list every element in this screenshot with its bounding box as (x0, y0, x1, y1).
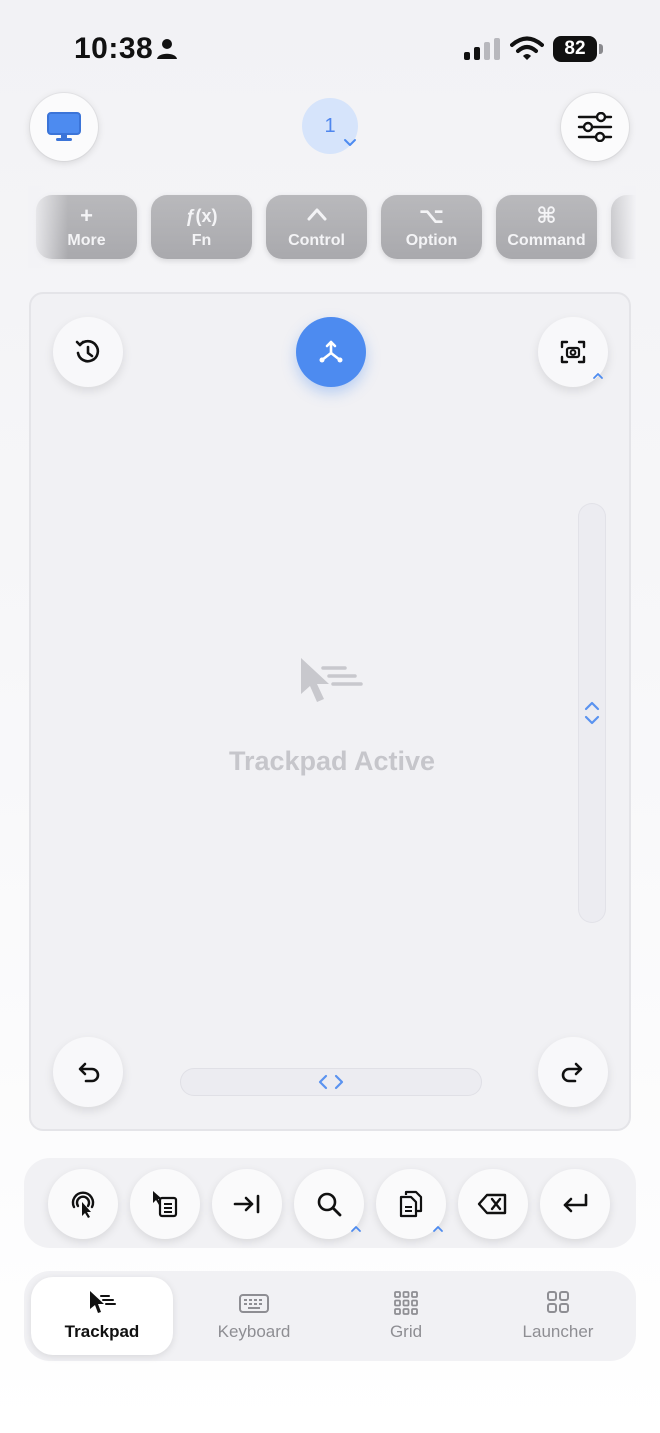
undo-icon (78, 1062, 100, 1083)
tab-key-icon (233, 1194, 260, 1214)
person-icon (157, 39, 177, 59)
keyboard-icon (239, 1294, 269, 1313)
undo-button[interactable] (53, 1037, 123, 1107)
command-key-label: Command (507, 232, 586, 249)
left-fade (28, 186, 68, 268)
grid-icon (394, 1291, 418, 1315)
battery-level: 82 (553, 36, 597, 62)
tab-launcher-label: Launcher (522, 1322, 594, 1341)
redo-icon (561, 1062, 583, 1083)
option-key-label: Option (405, 232, 458, 249)
wifi-icon (510, 36, 544, 60)
battery-cap (599, 44, 603, 54)
launcher-icon (547, 1291, 569, 1313)
delete-button[interactable] (458, 1169, 528, 1239)
redo-button[interactable] (538, 1037, 608, 1107)
vertical-scroll-strip[interactable] (578, 503, 606, 923)
quick-action-bar (24, 1158, 636, 1248)
sliders-icon (577, 112, 613, 142)
select-text-icon (153, 1191, 178, 1218)
tab-grid[interactable]: Grid (335, 1277, 477, 1355)
fn-key[interactable]: ƒ(x) Fn (151, 195, 252, 259)
return-button[interactable] (540, 1169, 610, 1239)
option-icon: ⌥ (418, 203, 445, 228)
modifier-key-bar: + More ƒ(x) Fn Control ⌥ Option ⌘ Comman… (28, 186, 636, 268)
display-select-button[interactable] (30, 93, 98, 161)
force-click-button[interactable] (48, 1169, 118, 1239)
screenshot-icon (560, 340, 586, 364)
control-key[interactable]: Control (266, 195, 367, 259)
function-icon: ƒ(x) (185, 206, 218, 226)
control-key-label: Control (288, 232, 345, 249)
command-icon: ⌘ (536, 203, 557, 228)
more-key-label: More (67, 232, 106, 249)
tab-trackpad-label: Trackpad (64, 1322, 140, 1341)
scroll-horizontal-icon (318, 1074, 344, 1090)
tab-grid-label: Grid (389, 1322, 423, 1341)
chevron-up-icon (433, 1226, 443, 1232)
search-icon (317, 1192, 342, 1217)
control-icon (306, 204, 328, 228)
right-fade (596, 186, 636, 268)
settings-button[interactable] (561, 93, 629, 161)
tab-launcher[interactable]: Launcher (487, 1277, 629, 1355)
tab-key-button[interactable] (212, 1169, 282, 1239)
select-text-button[interactable] (130, 1169, 200, 1239)
command-key[interactable]: ⌘ Command (496, 195, 597, 259)
copy-icon (399, 1190, 423, 1218)
gesture-arrows-icon (319, 340, 343, 363)
plus-icon: + (80, 203, 93, 228)
chevron-up-icon (351, 1226, 361, 1232)
app-root: 10:38 82 1 + More ƒ(x) Fn Control ⌥ Opti… (0, 0, 660, 1433)
tab-keyboard-label: Keyboard (217, 1322, 291, 1341)
force-click-icon (71, 1191, 95, 1218)
trackpad-cursor-icon (301, 658, 363, 702)
fn-key-label: Fn (191, 232, 212, 249)
scroll-vertical-icon (584, 701, 600, 725)
cursor-icon (90, 1291, 116, 1313)
screen-number: 1 (324, 114, 336, 137)
chevron-up-icon (593, 373, 603, 379)
gesture-button[interactable] (296, 317, 366, 387)
bottom-tab-bar: Trackpad Keyboard Grid Launcher (24, 1271, 636, 1361)
tab-keyboard[interactable]: Keyboard (183, 1277, 325, 1355)
option-key[interactable]: ⌥ Option (381, 195, 482, 259)
tab-trackpad[interactable]: Trackpad (31, 1277, 173, 1355)
status-time: 10:38 (74, 32, 154, 65)
horizontal-scroll-strip[interactable] (180, 1068, 482, 1096)
trackpad-surface[interactable]: Trackpad Active (29, 292, 631, 1131)
chevron-down-icon (344, 139, 356, 146)
cellular-signal-icon (464, 38, 500, 60)
monitor-icon (47, 112, 81, 141)
battery-indicator: 82 (553, 36, 603, 62)
delete-icon (477, 1193, 507, 1215)
screen-selector[interactable]: 1 (302, 98, 358, 154)
trackpad-status: Trackpad Active (228, 746, 436, 776)
history-button[interactable] (53, 317, 123, 387)
return-icon (563, 1193, 588, 1213)
history-icon (75, 339, 100, 363)
